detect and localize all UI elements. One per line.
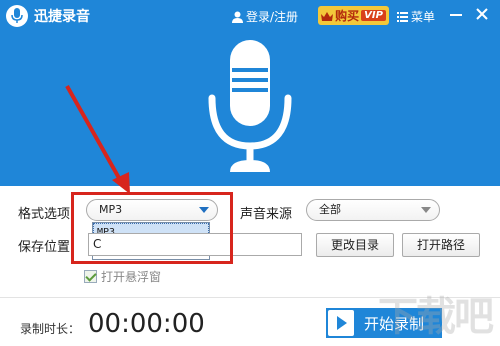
- play-icon: [328, 310, 354, 336]
- duration-value: 00:00:00: [88, 309, 205, 339]
- watermark: 下载吧: [378, 294, 494, 340]
- duration-label: 录制时长：: [20, 322, 81, 336]
